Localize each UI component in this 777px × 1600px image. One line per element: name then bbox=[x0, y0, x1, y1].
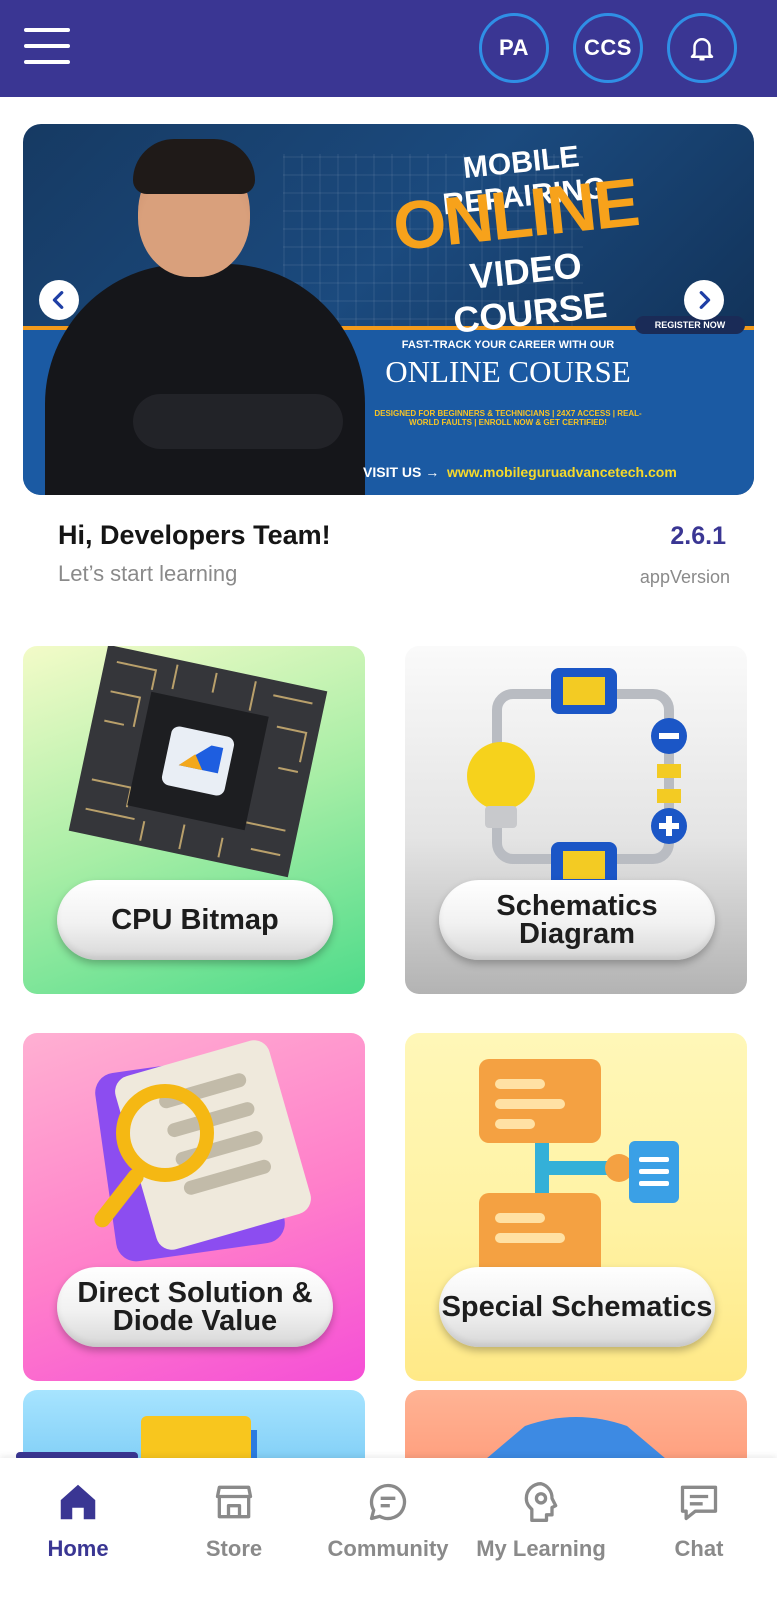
banner-next-button[interactable] bbox=[684, 280, 724, 320]
head-idea-icon bbox=[524, 1482, 558, 1522]
flowchart-icon bbox=[479, 1059, 679, 1273]
home-icon bbox=[60, 1484, 96, 1520]
banner-visit-label: VISIT US → bbox=[363, 464, 440, 480]
banner-visit-line: VISIT US → www.mobileguruadvancetech.com bbox=[363, 464, 753, 480]
nav-label-home: Home bbox=[47, 1536, 109, 1561]
nav-item-chat[interactable]: Chat bbox=[624, 1478, 774, 1562]
chevron-left-icon bbox=[52, 291, 64, 309]
presenter-arms bbox=[133, 394, 343, 449]
presenter-body bbox=[45, 264, 365, 495]
nav-label-community: Community bbox=[327, 1536, 449, 1561]
nav-item-store[interactable]: Store bbox=[159, 1478, 309, 1562]
notification-button[interactable] bbox=[667, 13, 737, 83]
presenter-hair bbox=[133, 139, 255, 194]
card-schematics-diagram[interactable]: Schematics Diagram bbox=[405, 646, 747, 994]
card-special-schematics[interactable]: Special Schematics bbox=[405, 1033, 747, 1381]
store-icon bbox=[215, 1485, 253, 1519]
chevron-right-icon bbox=[699, 291, 711, 309]
banner-tagline: FAST-TRACK YOUR CAREER WITH OUR bbox=[401, 339, 615, 351]
banner-prev-button[interactable] bbox=[39, 280, 79, 320]
nav-label-my-learning: My Learning bbox=[476, 1536, 606, 1561]
circuit-diagram-icon bbox=[467, 668, 687, 886]
banner-headline: ONLINE COURSE bbox=[385, 354, 631, 389]
app-version-label: appVersion bbox=[639, 567, 730, 587]
greeting-subtitle: Let’s start learning bbox=[58, 561, 238, 586]
ccs-button[interactable]: CCS bbox=[573, 13, 643, 83]
document-search-icon bbox=[94, 1040, 311, 1262]
card-label-schematics-diagram: Schematics Diagram bbox=[439, 880, 715, 960]
chat-bubble-icon bbox=[369, 1483, 407, 1521]
nav-item-community[interactable]: Community bbox=[313, 1478, 463, 1562]
banner-url: www.mobileguruadvancetech.com bbox=[447, 464, 677, 480]
app-version-number: 2.6.1 bbox=[670, 522, 726, 550]
pa-button[interactable]: PA bbox=[479, 13, 549, 83]
nav-label-chat: Chat bbox=[674, 1536, 724, 1561]
register-now-badge[interactable]: REGISTER NOW bbox=[635, 316, 745, 334]
card-label-special-schematics: Special Schematics bbox=[439, 1267, 715, 1347]
promo-banner[interactable]: MOBILE REPAIRING ONLINE VIDEO COURSE REG… bbox=[23, 124, 754, 495]
card-label-direct-solution: Direct Solution & Diode Value bbox=[57, 1267, 333, 1347]
greeting-title: Hi, Developers Team! bbox=[58, 520, 331, 550]
banner-details: DESIGNED FOR BEGINNERS & TECHNICIANS | 2… bbox=[374, 409, 642, 427]
nav-label-store: Store bbox=[205, 1536, 263, 1561]
hamburger-menu-icon[interactable] bbox=[24, 26, 70, 66]
bottom-navigation: Home Store Community My Learning Chat bbox=[0, 1458, 777, 1600]
bell-icon bbox=[690, 38, 714, 61]
top-app-bar: PA CCS bbox=[0, 0, 777, 97]
card-cpu-bitmap[interactable]: CPU Bitmap bbox=[23, 646, 365, 994]
card-direct-solution[interactable]: Direct Solution & Diode Value bbox=[23, 1033, 365, 1381]
cpu-chip-icon bbox=[68, 646, 328, 878]
message-icon bbox=[680, 1485, 718, 1521]
nav-item-my-learning[interactable]: My Learning bbox=[466, 1478, 616, 1562]
card-label-cpu-bitmap: CPU Bitmap bbox=[57, 880, 333, 960]
nav-item-home[interactable]: Home bbox=[3, 1478, 153, 1562]
